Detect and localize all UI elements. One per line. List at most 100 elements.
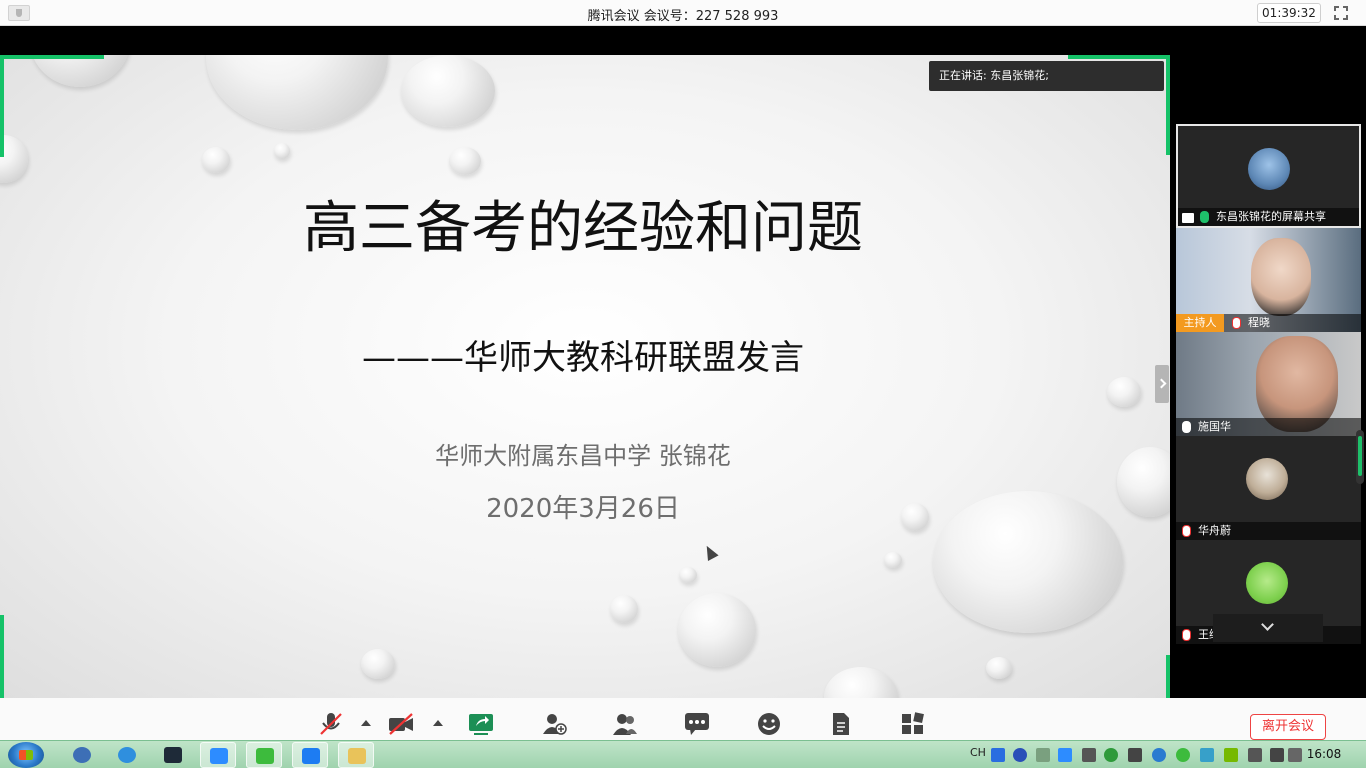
wechat-tray-icon[interactable]	[1176, 748, 1190, 762]
taskbar-app[interactable]	[338, 742, 374, 768]
water-drop	[361, 649, 395, 679]
tray-app-icon[interactable]	[1200, 748, 1214, 762]
water-drop	[986, 657, 1012, 679]
chat-button[interactable]	[676, 710, 716, 740]
water-drop	[274, 143, 290, 159]
participant-panel: 东昌张锦花的屏幕共享 程晓 主持人 施国华 华舟蔚 王继勋	[1170, 55, 1366, 698]
mic-muted-icon	[1232, 317, 1241, 329]
input-language[interactable]: CH	[970, 746, 986, 759]
water-drop	[30, 55, 130, 87]
slide-title: 高三备考的经验和问题	[303, 196, 863, 261]
window-title: 腾讯会议 会议号：227 528 993	[587, 9, 779, 24]
participant-name: 华舟蔚	[1176, 522, 1361, 540]
mouse-cursor-icon	[701, 543, 719, 561]
signal-icon[interactable]	[1128, 748, 1142, 762]
mic-options-caret[interactable]	[361, 720, 371, 726]
invite-button[interactable]	[533, 710, 573, 740]
zoom-icon	[210, 748, 228, 764]
water-drop	[202, 147, 230, 173]
battery-icon[interactable]	[1248, 748, 1262, 762]
taskbar-app[interactable]	[200, 742, 236, 768]
participant-tile[interactable]: 施国华	[1176, 332, 1361, 436]
members-button[interactable]	[604, 710, 644, 740]
participant-name: 施国华	[1176, 418, 1361, 436]
share-border-corner	[0, 55, 4, 157]
panel-scrollbar[interactable]	[1356, 430, 1364, 484]
share-border-corner	[1068, 55, 1170, 59]
participant-tile[interactable]: 东昌张锦花的屏幕共享	[1176, 124, 1361, 228]
chevron-down-icon[interactable]	[1213, 614, 1323, 642]
water-drop	[1107, 377, 1141, 407]
apps-button[interactable]	[892, 710, 932, 740]
network-tray-icon[interactable]	[1152, 748, 1166, 762]
taskbar-app[interactable]	[155, 742, 191, 768]
water-drop	[449, 147, 481, 175]
water-drop	[678, 593, 756, 667]
avatar	[1248, 148, 1290, 190]
collapse-panel-button[interactable]	[1155, 365, 1169, 403]
water-drop	[0, 135, 28, 183]
help-icon[interactable]	[1013, 748, 1027, 762]
baidu-input-icon[interactable]	[991, 748, 1005, 762]
water-drop	[206, 55, 388, 130]
share-border-corner	[0, 55, 104, 59]
title-bar: 腾讯会议 会议号：227 528 993 01:39:32	[0, 0, 1366, 26]
mic-muted-icon	[320, 713, 342, 735]
share-screen-button[interactable]	[460, 710, 500, 740]
avatar	[1251, 238, 1311, 316]
taskbar-app[interactable]	[64, 742, 100, 768]
water-drop	[610, 595, 638, 623]
reactions-button[interactable]	[748, 710, 788, 740]
add-user-icon	[543, 714, 567, 735]
slide-subtitle: ———华师大教科研联盟发言	[362, 338, 804, 378]
start-button[interactable]	[8, 742, 44, 768]
terminal-icon	[164, 747, 182, 763]
leave-meeting-button[interactable]: 离开会议	[1250, 714, 1326, 740]
host-badge: 主持人	[1176, 314, 1224, 332]
water-drop	[401, 55, 495, 127]
taskbar-clock[interactable]: 16:08	[1300, 747, 1348, 761]
apps-icon	[902, 712, 924, 734]
taskbar-app[interactable]	[246, 742, 282, 768]
fullscreen-icon[interactable]	[1334, 6, 1348, 20]
participant-tile[interactable]: 程晓 主持人	[1176, 228, 1361, 332]
share-screen-icon	[469, 714, 493, 735]
display-icon[interactable]	[1082, 748, 1096, 762]
participant-tile[interactable]: 华舟蔚	[1176, 436, 1361, 540]
documents-button[interactable]	[820, 710, 860, 740]
screen-share-icon	[1182, 213, 1194, 223]
avatar	[1246, 458, 1288, 500]
nvidia-icon[interactable]	[1224, 748, 1238, 762]
camera-options-caret[interactable]	[433, 720, 443, 726]
share-border-corner	[0, 615, 4, 698]
meeting-timer: 01:39:32	[1257, 3, 1321, 23]
volume-icon[interactable]	[1270, 748, 1284, 762]
mic-button[interactable]	[310, 710, 350, 740]
security-tray-icon[interactable]	[1104, 748, 1118, 762]
mic-on-icon	[1182, 421, 1191, 433]
slide-date: 2020年3月26日	[486, 494, 680, 524]
members-icon	[613, 714, 637, 735]
camera-button[interactable]	[380, 710, 420, 740]
speaking-indicator: 正在讲话: 东昌张锦花;	[929, 61, 1164, 91]
water-drop	[884, 552, 902, 568]
wechat-icon	[256, 748, 274, 764]
water-drop	[824, 667, 898, 698]
taskbar-app[interactable]	[109, 742, 145, 768]
avatar	[1246, 562, 1288, 604]
tray-arrow-icon[interactable]	[1036, 748, 1050, 762]
ie-icon	[118, 747, 136, 763]
slide-author: 华师大附属东昌中学 张锦花	[435, 442, 731, 470]
os-taskbar: CH 16:08	[0, 740, 1366, 768]
taskbar-app[interactable]	[292, 742, 328, 768]
smile-icon	[758, 713, 780, 735]
folder-icon	[348, 748, 366, 764]
mic-muted-icon	[1182, 629, 1191, 641]
meeting-toolbar: 离开会议	[0, 698, 1366, 740]
shared-screen: 高三备考的经验和问题 ———华师大教科研联盟发言 华师大附属东昌中学 张锦花 2…	[0, 55, 1170, 698]
mic-muted-icon	[1182, 525, 1191, 537]
document-icon	[833, 713, 849, 735]
meeting-tray-icon[interactable]	[1058, 748, 1072, 762]
chat-icon	[685, 713, 709, 735]
water-drop	[679, 567, 697, 583]
